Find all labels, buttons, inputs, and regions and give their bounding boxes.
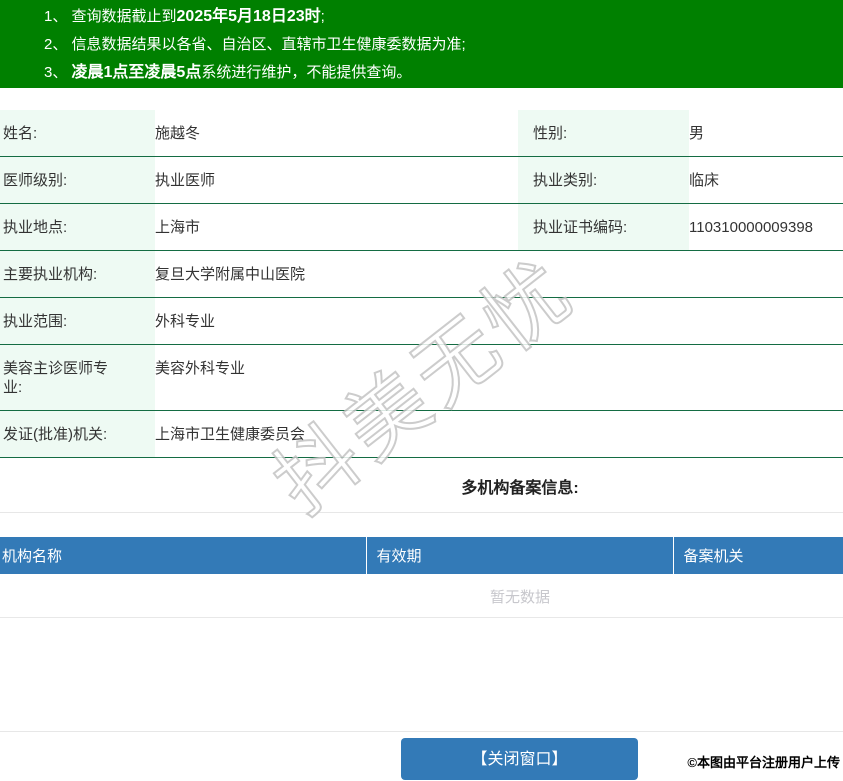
cosmetic-specialty-label: 美容主诊医师专业: xyxy=(0,344,155,411)
table-row: 执业地点: 上海市 执业证书编码: 110310000009398 xyxy=(0,203,843,251)
name-value: 施越冬 xyxy=(155,110,518,157)
location-value: 上海市 xyxy=(155,203,518,251)
location-label: 执业地点: xyxy=(0,203,155,251)
notice-highlight-time: 凌晨1点至凌晨5点 xyxy=(71,64,202,81)
table-row: 发证(批准)机关: 上海市卫生健康委员会 xyxy=(0,410,843,458)
gender-value: 男 xyxy=(689,110,843,157)
level-value: 执业医师 xyxy=(155,156,518,204)
issuing-authority-label: 发证(批准)机关: xyxy=(0,410,155,458)
gender-label: 性别: xyxy=(518,110,689,157)
category-label: 执业类别: xyxy=(518,156,689,204)
cosmetic-specialty-value: 美容外科专业 xyxy=(155,344,843,411)
table-row: 执业范围: 外科专业 xyxy=(0,297,843,345)
table-row: 主要执业机构: 复旦大学附属中山医院 xyxy=(0,250,843,298)
query-result-panel: 姓名: 施越冬 性别: 男 医师级别: 执业医师 执业类别: 临床 执业地点: … xyxy=(0,110,843,732)
filing-table: 机构名称 有效期 备案机关 暂无数据 xyxy=(0,537,843,618)
filing-empty-row: 暂无数据 xyxy=(0,574,843,618)
scope-value: 外科专业 xyxy=(155,297,843,345)
notice-banner: 1、 查询数据截止到2025年5月18日23时; 2、 信息数据结果以各省、自治… xyxy=(0,0,843,88)
filing-section-title: 多机构备案信息: xyxy=(461,480,579,497)
notice-line-3: 3、 凌晨1点至凌晨5点系统进行维护，不能提供查询。 xyxy=(44,64,412,81)
close-window-button[interactable]: 【关闭窗口】 xyxy=(401,738,638,780)
column-validity: 有效期 xyxy=(365,537,673,574)
column-institution-name: 机构名称 xyxy=(0,537,366,574)
main-institution-value: 复旦大学附属中山医院 xyxy=(155,250,843,298)
divider xyxy=(0,731,843,732)
issuing-authority-value: 上海市卫生健康委员会 xyxy=(155,410,843,458)
table-row: 姓名: 施越冬 性别: 男 xyxy=(0,110,843,157)
filing-header-row: 机构名称 有效期 备案机关 xyxy=(0,537,843,574)
notice-highlight-date: 2025年5月18日23时 xyxy=(176,8,321,25)
scope-label: 执业范围: xyxy=(0,297,155,345)
license-no-value: 110310000009398 xyxy=(689,203,843,251)
category-value: 临床 xyxy=(689,156,843,204)
column-filing-authority: 备案机关 xyxy=(672,537,843,574)
table-row: 美容主诊医师专业: 美容外科专业 xyxy=(0,344,843,411)
copyright-stamp: ©本图由平台注册用户上传 xyxy=(687,755,840,770)
physician-info-table: 姓名: 施越冬 性别: 男 医师级别: 执业医师 执业类别: 临床 执业地点: … xyxy=(0,110,843,458)
license-no-label: 执业证书编码: xyxy=(518,203,689,251)
table-row: 医师级别: 执业医师 执业类别: 临床 xyxy=(0,156,843,204)
no-data-text: 暂无数据 xyxy=(0,574,843,618)
main-institution-label: 主要执业机构: xyxy=(0,250,155,298)
divider xyxy=(0,512,843,513)
level-label: 医师级别: xyxy=(0,156,155,204)
notice-line-1: 1、 查询数据截止到2025年5月18日23时; xyxy=(44,8,325,25)
notice-line-2: 2、 信息数据结果以各省、自治区、直辖市卫生健康委数据为准; xyxy=(44,36,466,53)
name-label: 姓名: xyxy=(0,110,155,157)
